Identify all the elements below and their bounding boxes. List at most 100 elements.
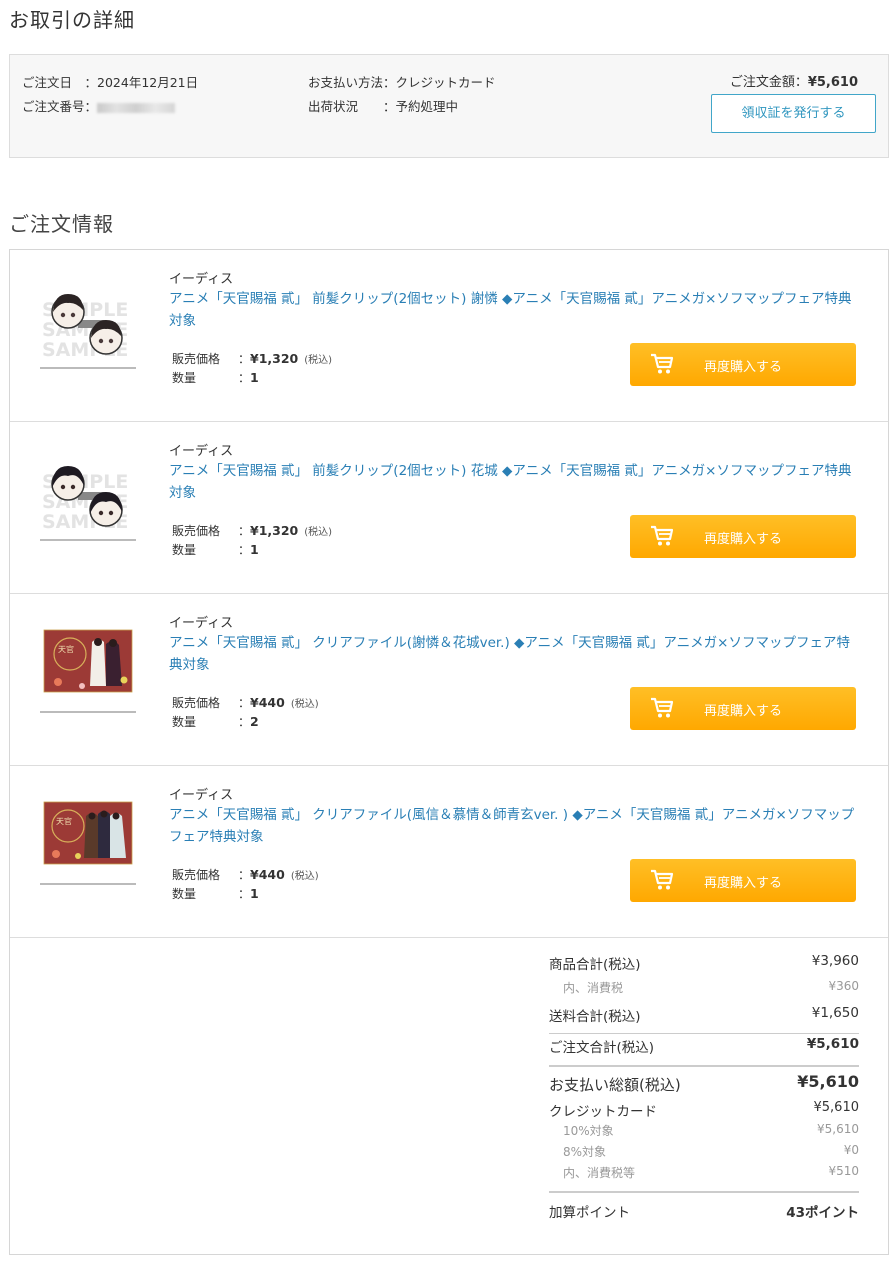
rate10-row: 10%対象 ¥5,610 bbox=[549, 1122, 859, 1143]
product-title-link[interactable]: アニメ「天官賜福 貳」 前髪クリップ(2個セット) 花城 ◆アニメ「天官賜福 貳… bbox=[169, 460, 859, 504]
colon: ： bbox=[238, 543, 251, 557]
order-totals: 商品合計(税込) ¥3,960 内、消費税 ¥360 送料合計(税込) ¥1,6… bbox=[549, 953, 859, 1227]
product-title-link[interactable]: アニメ「天官賜福 貳」 クリアファイル(風信＆慕情＆師青玄ver. ) ◆アニメ… bbox=[169, 804, 859, 848]
divider bbox=[549, 1033, 859, 1034]
shipping-status-label: 出荷状況 ： bbox=[308, 99, 396, 114]
price-row: 販売価格 ：¥1,320 (税込) bbox=[172, 522, 332, 539]
svg-text:天官: 天官 bbox=[56, 816, 72, 826]
maker-name: イーディス bbox=[169, 272, 234, 287]
product-title-link[interactable]: アニメ「天官賜福 貳」 クリアファイル(謝憐＆花城ver.) ◆アニメ「天官賜福… bbox=[169, 632, 859, 676]
rebuy-label: 再度購入する bbox=[703, 532, 782, 547]
colon: ： bbox=[238, 524, 251, 538]
rebuy-button[interactable]: 再度購入する bbox=[630, 687, 856, 730]
price-value: ¥440 bbox=[250, 695, 285, 710]
quantity-label: 数量 bbox=[172, 887, 197, 901]
rate8-value: ¥0 bbox=[843, 1143, 859, 1157]
divider bbox=[549, 1065, 859, 1067]
section-title: ご注文情報 bbox=[9, 212, 114, 236]
shipping-total-row: 送料合計(税込) ¥1,650 bbox=[549, 1005, 859, 1031]
quantity-row: 数量 ：1 bbox=[172, 885, 259, 902]
points-row: 加算ポイント 43ポイント bbox=[549, 1201, 859, 1227]
tax-in-note: (税込) bbox=[304, 355, 333, 366]
order-number-label: ご注文番号： bbox=[22, 99, 98, 114]
price-label: 販売価格 bbox=[172, 524, 221, 538]
colon: ： bbox=[238, 887, 251, 901]
points-label: 加算ポイント bbox=[549, 1205, 630, 1221]
tax-in-note: (税込) bbox=[290, 699, 319, 710]
product-thumbnail[interactable]: 天官 bbox=[40, 792, 136, 888]
quantity-label: 数量 bbox=[172, 371, 197, 385]
quantity-row: 数量 ：1 bbox=[172, 541, 259, 558]
credit-card-value: ¥5,610 bbox=[813, 1100, 860, 1115]
price-value: ¥1,320 bbox=[250, 523, 299, 538]
price-label: 販売価格 bbox=[172, 696, 221, 710]
order-number-row: ご注文番号： bbox=[22, 96, 176, 115]
quantity-label: 数量 bbox=[172, 543, 197, 557]
maker-name: イーディス bbox=[169, 444, 234, 459]
divider bbox=[549, 1191, 859, 1193]
tax-in-note: (税込) bbox=[304, 527, 333, 538]
rebuy-button[interactable]: 再度購入する bbox=[630, 343, 856, 386]
shipping-total-value: ¥1,650 bbox=[811, 1005, 859, 1021]
rebuy-button[interactable]: 再度購入する bbox=[630, 859, 856, 902]
order-item: SAMPLE SAMPLE SAMPLE イーディス アニメ「天官賜福 貳」 前… bbox=[10, 250, 888, 422]
colon: ： bbox=[238, 696, 251, 710]
hairclip-sample-image: SAMPLE SAMPLE SAMPLE bbox=[40, 466, 136, 541]
issue-receipt-button[interactable]: 領収証を発行する bbox=[711, 94, 876, 133]
page-title: お取引の詳細 bbox=[9, 8, 135, 32]
order-date-value: 2024年12月21日 bbox=[97, 75, 199, 90]
order-total-label: ご注文合計(税込) bbox=[549, 1040, 655, 1056]
shipping-status-row: 出荷状況 ：予約処理中 bbox=[308, 96, 458, 115]
product-thumbnail[interactable]: 天官 bbox=[40, 620, 136, 716]
product-title-link[interactable]: アニメ「天官賜福 貳」 前髪クリップ(2個セット) 謝憐 ◆アニメ「天官賜福 貳… bbox=[169, 288, 859, 332]
rebuy-button[interactable]: 再度購入する bbox=[630, 515, 856, 558]
tax-in-note: (税込) bbox=[290, 871, 319, 882]
hairclip-sample-image: SAMPLE SAMPLE SAMPLE bbox=[40, 294, 136, 369]
goods-tax-label: 内、消費税 bbox=[563, 981, 624, 995]
rebuy-label: 再度購入する bbox=[703, 704, 782, 719]
quantity-row: 数量 ：2 bbox=[172, 713, 259, 730]
consumption-tax-label: 内、消費税等 bbox=[563, 1166, 636, 1180]
quantity-label: 数量 bbox=[172, 715, 197, 729]
order-date-label: ご注文日 ： bbox=[22, 75, 98, 90]
clearfile-image: 天官 bbox=[40, 629, 136, 713]
maker-name: イーディス bbox=[169, 616, 234, 631]
colon: ： bbox=[238, 352, 251, 366]
payment-method-value: クレジットカード bbox=[395, 75, 496, 90]
quantity-value: 1 bbox=[250, 542, 259, 557]
price-label: 販売価格 bbox=[172, 352, 221, 366]
order-total-value: ¥5,610 bbox=[807, 75, 858, 90]
price-value: ¥440 bbox=[250, 867, 285, 882]
shipping-status-value: 予約処理中 bbox=[395, 99, 459, 114]
payment-total-value: ¥5,610 bbox=[797, 1072, 859, 1091]
rate10-value: ¥5,610 bbox=[817, 1122, 859, 1136]
order-total-line: ご注文金額：¥5,610 bbox=[730, 71, 858, 90]
goods-total-label: 商品合計(税込) bbox=[549, 957, 641, 973]
product-thumbnail[interactable]: SAMPLE SAMPLE SAMPLE bbox=[40, 448, 136, 544]
credit-card-row: クレジットカード ¥5,610 bbox=[549, 1100, 859, 1122]
goods-tax-value: ¥360 bbox=[828, 979, 859, 993]
quantity-row: 数量 ：1 bbox=[172, 369, 259, 386]
order-total-row: ご注文合計(税込) ¥5,610 bbox=[549, 1036, 859, 1062]
quantity-value: 1 bbox=[250, 886, 259, 901]
price-value: ¥1,320 bbox=[250, 351, 299, 366]
credit-card-label: クレジットカード bbox=[549, 1104, 657, 1120]
order-date-row: ご注文日 ：2024年12月21日 bbox=[22, 72, 198, 91]
payment-method-row: お支払い方法：クレジットカード bbox=[308, 72, 496, 91]
colon: ： bbox=[238, 715, 251, 729]
product-thumbnail[interactable]: SAMPLE SAMPLE SAMPLE bbox=[40, 276, 136, 372]
rebuy-label: 再度購入する bbox=[703, 876, 782, 891]
price-row: 販売価格 ：¥440 (税込) bbox=[172, 694, 319, 711]
order-summary-box: ご注文日 ：2024年12月21日 ご注文番号： お支払い方法：クレジットカード… bbox=[9, 54, 889, 158]
colon: ： bbox=[238, 868, 251, 882]
payment-total-row: お支払い総額(税込) ¥5,610 bbox=[549, 1070, 859, 1100]
consumption-tax-row: 内、消費税等 ¥510 bbox=[549, 1164, 859, 1185]
rate8-label: 8%対象 bbox=[563, 1145, 607, 1159]
points-value: 43ポイント bbox=[786, 1205, 859, 1221]
rate10-label: 10%対象 bbox=[563, 1124, 614, 1138]
price-row: 販売価格 ：¥440 (税込) bbox=[172, 866, 319, 883]
rebuy-label: 再度購入する bbox=[703, 360, 782, 375]
consumption-tax-value: ¥510 bbox=[828, 1164, 859, 1178]
order-items-box: SAMPLE SAMPLE SAMPLE イーディス アニメ「天官賜福 貳」 前… bbox=[9, 249, 889, 1255]
svg-text:天官: 天官 bbox=[58, 644, 74, 654]
